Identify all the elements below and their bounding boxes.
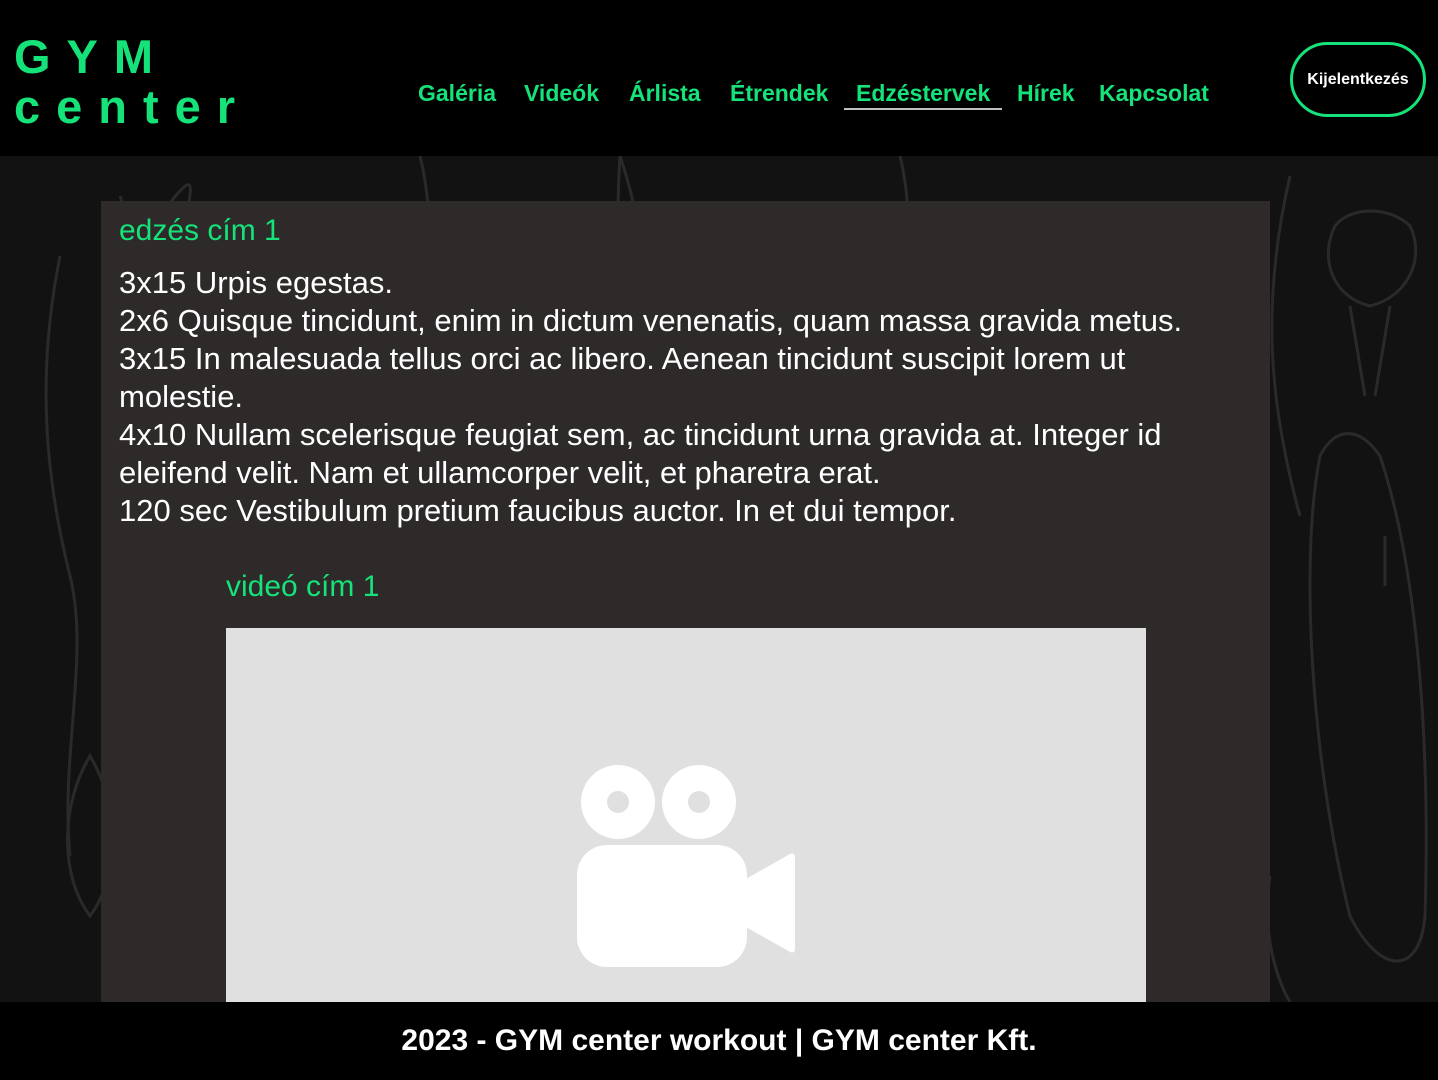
workout-card: edzés cím 1 3x15 Urpis egestas. 2x6 Quis… — [101, 201, 1270, 1002]
video-title: videó cím 1 — [226, 570, 380, 603]
exercise-line: 120 sec Vestibulum pretium faucibus auct… — [119, 493, 957, 528]
workout-exercise-list: 3x15 Urpis egestas. 2x6 Quisque tincidun… — [119, 264, 1239, 530]
footer: 2023 - GYM center workout | GYM center K… — [0, 1002, 1438, 1080]
exercise-line: 3x15 Urpis egestas. — [119, 265, 393, 300]
nav-item-etrendek[interactable]: Étrendek — [730, 78, 828, 108]
nav-item-galeria[interactable]: Galéria — [418, 78, 496, 108]
header: GYM center Galéria Videók Árlista Étrend… — [0, 0, 1438, 156]
exercise-line: 4x10 Nullam scelerisque feugiat sem, ac … — [119, 417, 1162, 490]
nav-item-hirek[interactable]: Hírek — [1017, 78, 1075, 108]
logo-line-1: GYM — [14, 30, 170, 83]
nav-item-arlista[interactable]: Árlista — [629, 78, 701, 108]
logout-button[interactable]: Kijelentkezés — [1290, 42, 1426, 117]
footer-text: 2023 - GYM center workout | GYM center K… — [401, 1024, 1037, 1057]
video-camera-icon — [577, 765, 795, 967]
exercise-line: 2x6 Quisque tincidunt, enim in dictum ve… — [119, 303, 1183, 338]
video-player[interactable] — [226, 628, 1146, 1002]
nav-item-kapcsolat[interactable]: Kapcsolat — [1099, 78, 1209, 108]
nav-item-videok[interactable]: Videók — [524, 78, 599, 108]
workout-title: edzés cím 1 — [119, 214, 281, 247]
logo-line-2: center — [14, 80, 252, 133]
exercise-line: 3x15 In malesuada tellus orci ac libero.… — [119, 341, 1126, 414]
nav-item-edzestervek[interactable]: Edzéstervek — [844, 78, 1003, 110]
logo[interactable]: GYM center — [14, 32, 251, 132]
